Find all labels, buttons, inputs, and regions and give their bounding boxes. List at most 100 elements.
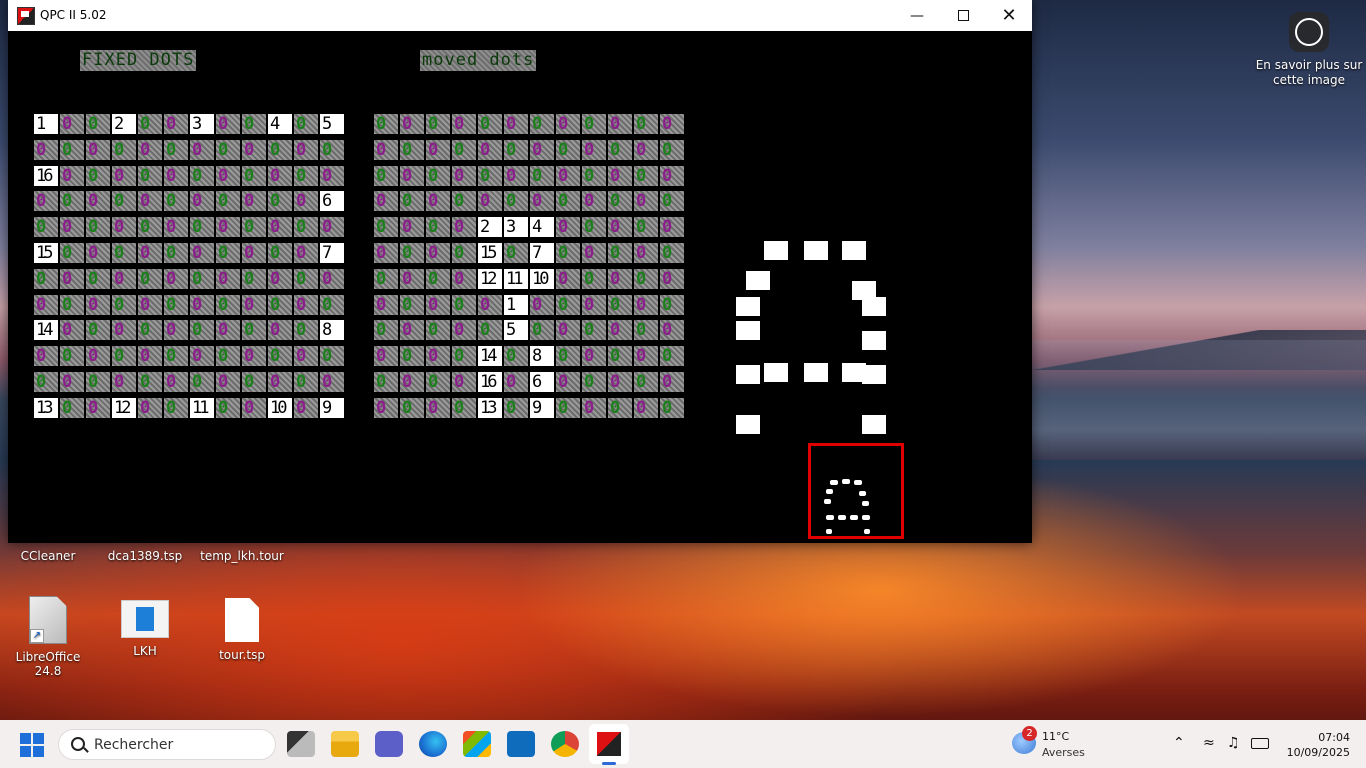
start-button[interactable] [20, 733, 44, 757]
grid-cell: 0 [164, 139, 188, 160]
grid-cell: 0 [374, 320, 398, 341]
grid-cell: 0 [320, 217, 344, 238]
desktop-icon-ccleaner[interactable]: CCleaner [3, 549, 93, 563]
grid-cell: 0 [374, 139, 398, 160]
grid-cell: 7 [530, 243, 554, 263]
grid-cell: 0 [478, 191, 502, 212]
moved-dots-title: moved dots [420, 50, 537, 71]
system-clock[interactable]: 07:04 10/09/2025 [1280, 730, 1350, 760]
grid-cell: 15 [34, 243, 58, 263]
battery-icon[interactable] [1251, 738, 1269, 749]
chrome-icon[interactable] [551, 731, 579, 757]
dot-block [862, 297, 886, 316]
grid-cell: 0 [294, 320, 318, 341]
weather-badge: 2 [1022, 726, 1037, 741]
image-info-button[interactable] [1289, 12, 1329, 52]
grid-cell: 0 [138, 139, 162, 160]
grid-cell: 0 [268, 268, 292, 289]
grid-cell: 0 [374, 346, 398, 367]
grid-cell: 0 [294, 217, 318, 238]
minimize-button[interactable]: — [894, 0, 940, 31]
grid-cell: 0 [660, 294, 684, 315]
file-explorer-icon[interactable] [331, 731, 359, 757]
grid-cell: 0 [34, 191, 58, 212]
close-button[interactable]: ✕ [986, 0, 1032, 31]
mini-dot [859, 491, 866, 496]
grid-cell: 0 [426, 346, 450, 367]
desktop-icon-lkh[interactable]: LKH [100, 600, 190, 658]
weather-temperature[interactable]: 11°C [1042, 730, 1069, 743]
grid-cell: 0 [608, 217, 632, 238]
grid-cell: 0 [452, 372, 476, 392]
grid-cell: 0 [112, 165, 136, 186]
clock-date: 10/09/2025 [1286, 746, 1350, 759]
maximize-icon [957, 10, 969, 21]
grid-cell: 12 [112, 397, 136, 418]
grid-cell: 0 [164, 397, 188, 418]
mini-dot [862, 501, 869, 506]
mini-dot [824, 499, 831, 504]
grid-cell: 0 [400, 217, 424, 238]
store-icon[interactable] [463, 731, 491, 757]
grid-cell: 0 [608, 114, 632, 134]
grid-cell: 0 [320, 346, 344, 367]
grid-cell: 0 [426, 114, 450, 134]
outlook-icon[interactable] [507, 731, 535, 757]
grid-cell: 0 [400, 397, 424, 418]
grid-cell: 0 [60, 114, 84, 134]
teams-icon[interactable] [375, 731, 403, 757]
maximize-button[interactable] [940, 0, 986, 31]
grid-cell: 0 [242, 139, 266, 160]
grid-cell: 0 [294, 243, 318, 263]
qpc-screen[interactable]: FIXED DOTS moved dots 100200300405000000… [8, 31, 1032, 543]
grid-cell: 0 [582, 397, 606, 418]
volume-icon[interactable]: ♫ [1227, 735, 1240, 751]
grid-cell: 0 [60, 320, 84, 341]
dot-block [862, 415, 886, 434]
edge-icon[interactable] [419, 731, 447, 757]
grid-cell: 0 [86, 268, 110, 289]
grid-cell: 0 [112, 320, 136, 341]
grid-cell: 0 [478, 114, 502, 134]
grid-cell: 0 [268, 165, 292, 186]
close-icon: ✕ [1001, 5, 1017, 26]
qpc-taskbar-button[interactable] [589, 724, 629, 764]
grid-cell: 0 [294, 114, 318, 134]
fixed-dots-title: FIXED DOTS [80, 50, 197, 71]
task-view-icon[interactable] [287, 731, 315, 757]
wifi-icon[interactable]: ≈ [1203, 735, 1215, 751]
wallpaper-sea [1032, 340, 1366, 460]
grid-cell: 0 [190, 243, 214, 263]
desktop-icon-label: CCleaner [20, 549, 76, 563]
grid-cell: 0 [86, 346, 110, 367]
qpc-app-icon [17, 7, 35, 25]
grid-cell: 0 [608, 243, 632, 263]
shortcut-arrow-icon: ↗ [30, 629, 44, 643]
grid-cell: 0 [400, 165, 424, 186]
desktop-icon-dca1389[interactable]: dca1389.tsp [100, 549, 190, 563]
grid-cell: 0 [34, 268, 58, 289]
desktop-icon-label: LKH [133, 644, 157, 658]
grid-cell: 0 [34, 217, 58, 238]
taskbar-search[interactable]: Rechercher [58, 729, 276, 760]
grid-cell: 0 [190, 346, 214, 367]
weather-location[interactable]: Averses [1042, 746, 1085, 759]
window-titlebar[interactable]: QPC II 5.02 — ✕ [8, 0, 1032, 31]
mini-dot [864, 529, 870, 534]
grid-cell: 0 [556, 217, 580, 238]
desktop-icon-tour-tsp[interactable]: tour.tsp [197, 598, 287, 662]
grid-cell: 0 [452, 165, 476, 186]
grid-cell: 0 [242, 372, 266, 392]
grid-cell: 0 [164, 268, 188, 289]
desktop-icon-libreoffice[interactable]: ↗ LibreOffice 24.8 [3, 596, 93, 678]
grid-cell: 0 [268, 320, 292, 341]
grid-cell: 0 [582, 191, 606, 212]
chevron-up-icon[interactable]: ⌃ [1173, 735, 1185, 751]
grid-cell: 0 [164, 243, 188, 263]
grid-cell: 0 [660, 217, 684, 238]
grid-cell: 0 [60, 191, 84, 212]
grid-cell: 0 [608, 397, 632, 418]
desktop-icon-temp-lkh[interactable]: temp_lkh.tour [197, 549, 287, 563]
grid-cell: 0 [190, 139, 214, 160]
grid-cell: 0 [190, 320, 214, 341]
